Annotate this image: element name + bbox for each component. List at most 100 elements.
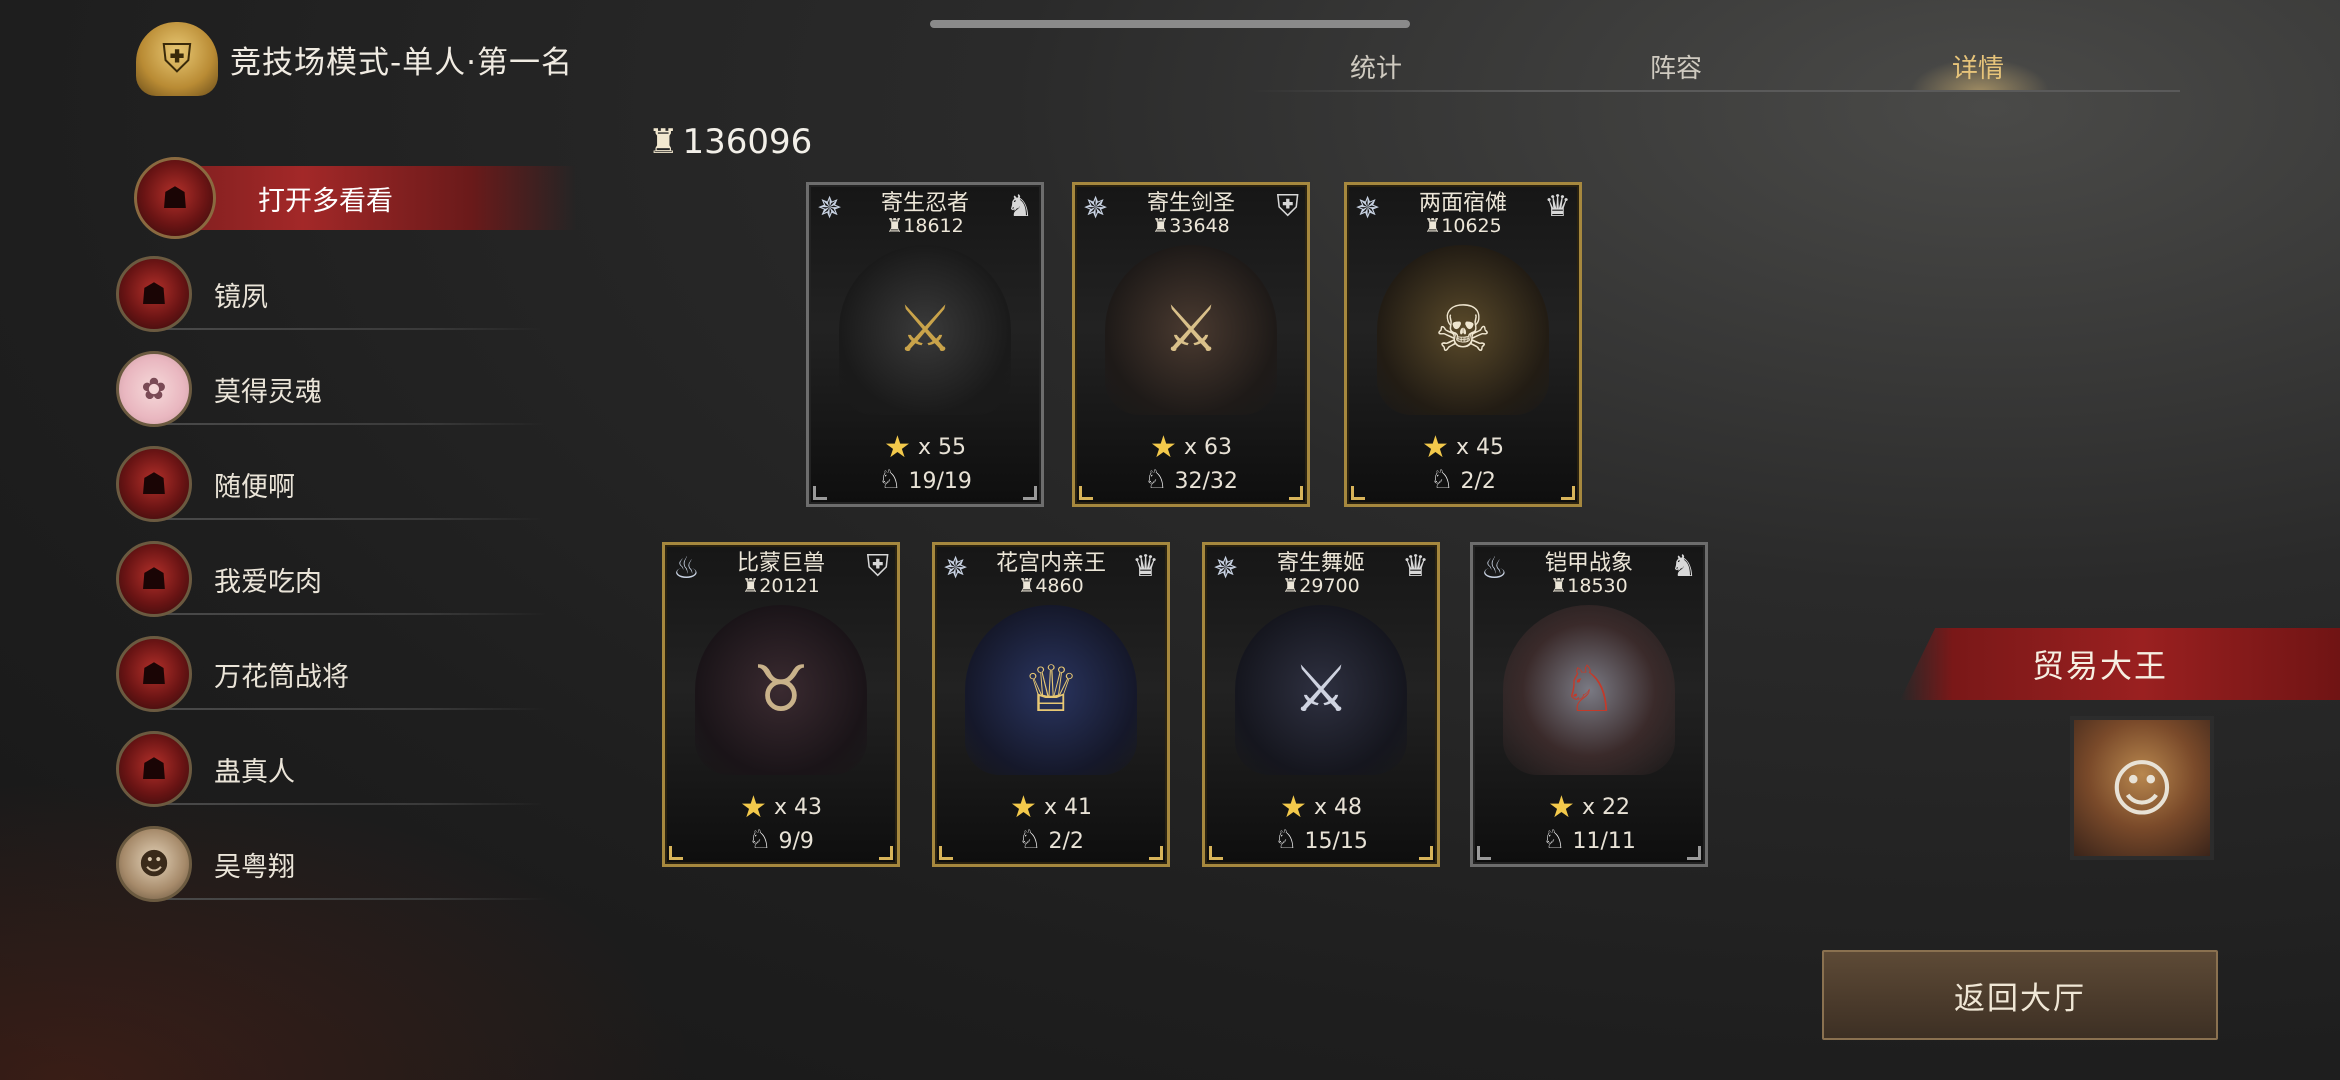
return-lobby-button[interactable]: 返回大厅 xyxy=(1822,950,2218,1040)
total-power: ♜ 136096 xyxy=(648,122,812,162)
unit-card[interactable]: ✵ ♞ 寄生忍者 ♜18612 ⚔ ★ x 55 ♘ 19/19 xyxy=(806,182,1044,507)
unit-power: ♜33648 xyxy=(1075,215,1307,237)
unit-name: 花宫内亲王 xyxy=(995,551,1106,576)
page-title: 竞技场模式-单人·第一名 xyxy=(230,44,574,81)
star-icon: ★ xyxy=(1150,430,1177,465)
unit-power-value: 20121 xyxy=(759,575,820,597)
total-power-value: 136096 xyxy=(682,122,813,162)
stars-value: x 55 xyxy=(917,435,966,460)
unit-name: 铠甲战象 xyxy=(1544,551,1633,576)
stars-value: x 45 xyxy=(1455,435,1504,460)
player-item-1[interactable]: ☗ 打开多看看 xyxy=(116,157,576,239)
unit-count: ♘ 32/32 xyxy=(1075,465,1307,495)
avatar: ☗ xyxy=(116,541,192,617)
avatar: ☗ xyxy=(134,157,216,239)
mode-header: ⛨ 竞技场模式-单人·第一名 xyxy=(136,22,573,96)
avatar: ☗ xyxy=(116,731,192,807)
divider xyxy=(156,423,546,425)
player-item-6[interactable]: ☗ 万花筒战将 xyxy=(116,634,546,714)
unit-count: ♘ 9/9 xyxy=(665,825,897,855)
stars-value: x 48 xyxy=(1313,795,1362,820)
player-item-3[interactable]: ✿ 莫得灵魂 xyxy=(116,349,546,429)
unit-name: 寄生忍者 xyxy=(880,191,969,216)
player-item-8[interactable]: ☻ 吴粤翔 xyxy=(116,824,546,904)
unit-power: ♜18612 xyxy=(809,215,1041,237)
divider xyxy=(156,898,546,900)
unit-card[interactable]: ✵ ♛ 两面宿傩 ♜10625 ☠ ★ x 45 ♘ 2/2 xyxy=(1344,182,1582,507)
unit-stars: ★ x 41 xyxy=(935,790,1167,825)
unit-portrait: ♘ xyxy=(1503,605,1675,775)
star-icon: ★ xyxy=(1422,430,1449,465)
unit-power: ♜18530 xyxy=(1473,575,1705,597)
unit-power: ♜4860 xyxy=(935,575,1167,597)
player-item-4[interactable]: ☗ 随便啊 xyxy=(116,444,546,524)
unit-count-value: 9/9 xyxy=(778,829,814,854)
unit-card[interactable]: ✵ ♛ 花宫内亲王 ♜4860 ♕ ★ x 41 ♘ 2/2 xyxy=(932,542,1170,867)
player-item-2[interactable]: ☗ 镜夙 xyxy=(116,254,546,334)
unit-count-value: 11/11 xyxy=(1572,829,1636,854)
divider xyxy=(156,803,546,805)
divider xyxy=(156,328,546,330)
unit-count-value: 19/19 xyxy=(908,469,972,494)
tab-details[interactable]: 详情 xyxy=(1952,48,2004,85)
unit-power: ♜20121 xyxy=(665,575,897,597)
star-icon: ★ xyxy=(1548,790,1575,825)
unit-card[interactable]: ✵ ⛨ 寄生剑圣 ♜33648 ⚔ ★ x 63 ♘ 32/32 xyxy=(1072,182,1310,507)
player-name: 莫得灵魂 xyxy=(214,376,322,408)
unit-power: ♜10625 xyxy=(1347,215,1579,237)
unit-stars: ★ x 48 xyxy=(1205,790,1437,825)
unit-count: ♘ 19/19 xyxy=(809,465,1041,495)
unit-power-value: 10625 xyxy=(1441,215,1502,237)
power-icon: ♜ xyxy=(886,215,904,237)
unit-count: ♘ 2/2 xyxy=(935,825,1167,855)
avatar: ☗ xyxy=(116,256,192,332)
power-icon: ♜ xyxy=(1018,575,1036,597)
unit-portrait: ⚔ xyxy=(1235,605,1407,775)
unit-name: 两面宿傩 xyxy=(1418,191,1507,216)
stars-value: x 22 xyxy=(1581,795,1630,820)
tab-statistics[interactable]: 统计 xyxy=(1350,48,1402,85)
avatar: ☻ xyxy=(116,826,192,902)
tab-bar: 统计 阵容 详情 xyxy=(1250,44,2180,92)
player-item-5[interactable]: ☗ 我爱吃肉 xyxy=(116,539,546,619)
unit-card[interactable]: ♨ ♞ 铠甲战象 ♜18530 ♘ ★ x 22 ♘ 11/11 xyxy=(1470,542,1708,867)
top-drag-handle[interactable] xyxy=(930,20,1410,28)
unit-card[interactable]: ✵ ♛ 寄生舞姬 ♜29700 ⚔ ★ x 48 ♘ 15/15 xyxy=(1202,542,1440,867)
unit-stars: ★ x 43 xyxy=(665,790,897,825)
divider xyxy=(156,613,546,615)
unit-power-value: 18530 xyxy=(1567,575,1628,597)
unit-portrait: ⚔ xyxy=(1105,245,1277,415)
unit-name: 比蒙巨兽 xyxy=(736,551,825,576)
unit-portrait: ♉ xyxy=(695,605,867,775)
horse-head-icon: ♘ xyxy=(1018,825,1042,855)
player-name: 我爱吃肉 xyxy=(214,566,322,598)
avatar: ☗ xyxy=(116,446,192,522)
horse-head-icon: ♘ xyxy=(1274,825,1298,855)
winner-banner: 贸易大王 xyxy=(1900,628,2340,700)
unit-power-value: 33648 xyxy=(1169,215,1230,237)
winner-avatar[interactable]: ☺ xyxy=(2070,716,2214,860)
player-name: 镜夙 xyxy=(214,281,268,313)
tab-lineup[interactable]: 阵容 xyxy=(1650,48,1702,85)
stars-value: x 41 xyxy=(1043,795,1092,820)
star-icon: ★ xyxy=(1010,790,1037,825)
power-icon: ♜ xyxy=(1550,575,1568,597)
unit-power-value: 18612 xyxy=(903,215,964,237)
unit-power-value: 4860 xyxy=(1035,575,1084,597)
unit-card[interactable]: ♨ ⛨ 比蒙巨兽 ♜20121 ♉ ★ x 43 ♘ 9/9 xyxy=(662,542,900,867)
power-icon: ♜ xyxy=(1282,575,1300,597)
unit-count-value: 32/32 xyxy=(1174,469,1238,494)
unit-count: ♘ 15/15 xyxy=(1205,825,1437,855)
unit-power-value: 29700 xyxy=(1299,575,1360,597)
horse-head-icon: ♘ xyxy=(748,825,772,855)
power-icon: ♜ xyxy=(1424,215,1442,237)
star-icon: ★ xyxy=(884,430,911,465)
unit-stars: ★ x 63 xyxy=(1075,430,1307,465)
power-trophy-icon: ♜ xyxy=(648,122,679,162)
star-icon: ★ xyxy=(1280,790,1307,825)
avatar: ✿ xyxy=(116,351,192,427)
player-item-7[interactable]: ☗ 蛊真人 xyxy=(116,729,546,809)
power-icon: ♜ xyxy=(1152,215,1170,237)
player-name: 随便啊 xyxy=(214,471,295,503)
unit-power: ♜29700 xyxy=(1205,575,1437,597)
